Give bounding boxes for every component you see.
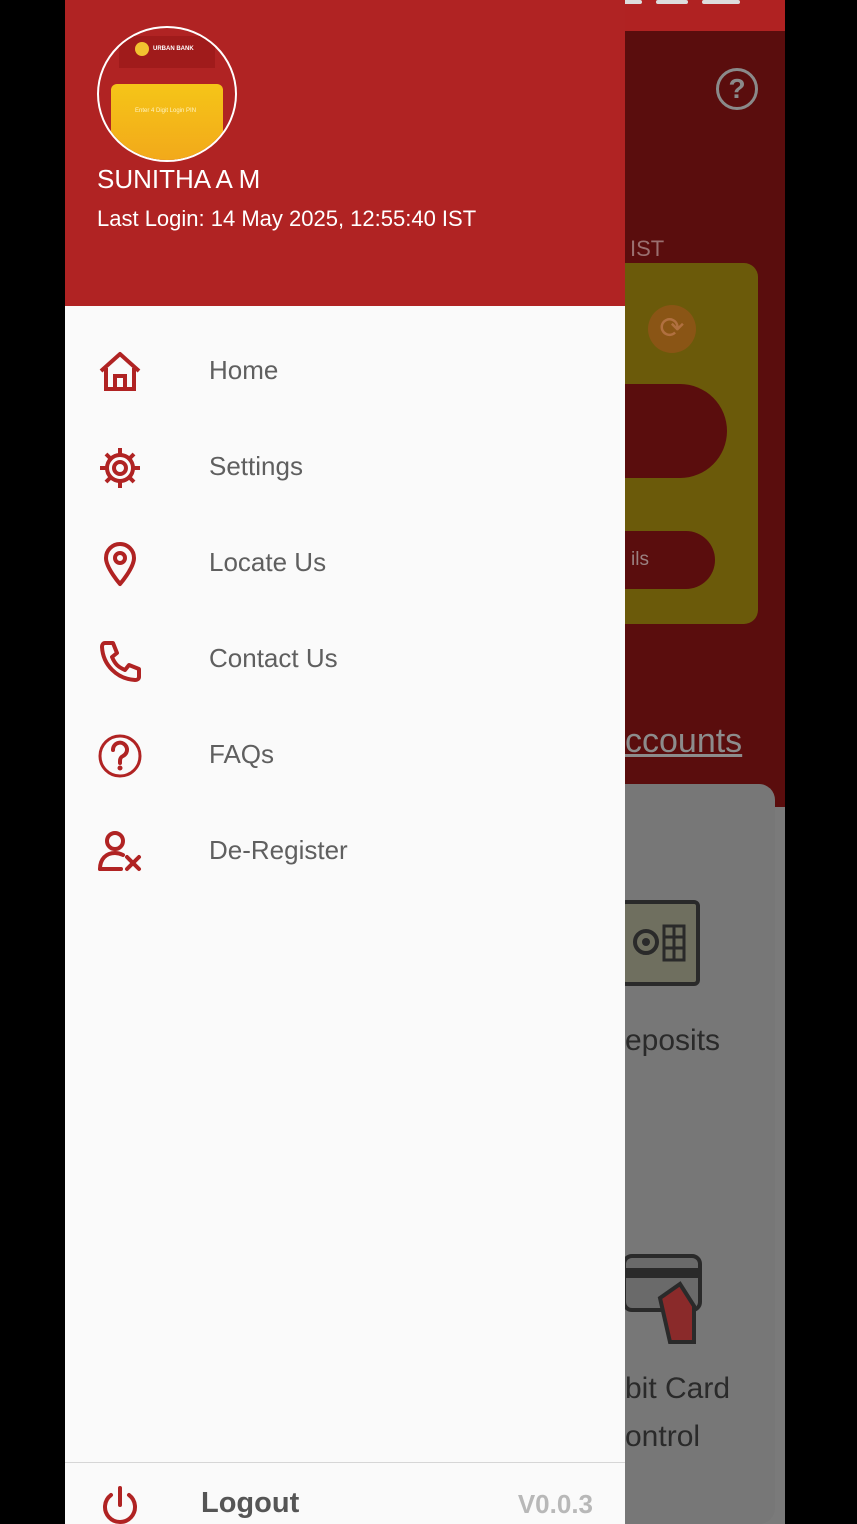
- app-screen: ? IST ⟳ ils ccounts eposits bit Card ont…: [65, 0, 785, 1524]
- app-version: V0.0.3: [517, 1489, 593, 1519]
- location-pin-icon: [97, 541, 143, 587]
- bank-logo-icon: [135, 42, 149, 56]
- drawer-header: URBAN BANK Enter 4 Digit Login PIN SUNIT…: [65, 0, 625, 306]
- background-ist-text: IST: [630, 236, 665, 261]
- menu-item-home[interactable]: Home: [65, 323, 625, 419]
- avatar-bank-name: URBAN BANK: [153, 46, 194, 52]
- menu-label-de-register: De-Register: [209, 835, 348, 865]
- logout-button[interactable]: Logout: [201, 1487, 299, 1520]
- user-remove-icon: [97, 829, 143, 875]
- help-icon[interactable]: ?: [716, 68, 758, 110]
- menu-label-home: Home: [209, 355, 279, 385]
- drawer-menu: Home Settings Locate Us Contact Us FAQs …: [65, 323, 625, 899]
- background-deposits-label: eposits: [625, 1024, 721, 1057]
- phone-icon: [97, 637, 143, 683]
- menu-label-settings: Settings: [209, 451, 303, 481]
- menu-item-contact-us[interactable]: Contact Us: [65, 611, 625, 707]
- background-debit-label-2: ontrol: [625, 1420, 701, 1453]
- menu-label-locate-us: Locate Us: [209, 547, 327, 577]
- navigation-drawer: URBAN BANK Enter 4 Digit Login PIN SUNIT…: [65, 0, 625, 1524]
- power-icon[interactable]: [99, 1485, 141, 1524]
- gear-icon: [97, 445, 143, 491]
- menu-label-faqs: FAQs: [209, 739, 275, 769]
- drawer-footer: Logout V0.0.3: [65, 1462, 625, 1524]
- menu-item-settings[interactable]: Settings: [65, 419, 625, 515]
- avatar-pin-hint: Enter 4 Digit Login PIN: [135, 108, 197, 114]
- avatar[interactable]: URBAN BANK Enter 4 Digit Login PIN: [97, 26, 237, 162]
- background-accounts-link[interactable]: ccounts: [625, 722, 742, 761]
- menu-item-de-register[interactable]: De-Register: [65, 803, 625, 899]
- menu-label-contact-us: Contact Us: [209, 643, 338, 673]
- debit-card-icon[interactable]: [620, 1254, 704, 1344]
- background-debit-label-1: bit Card: [625, 1372, 731, 1405]
- question-icon: [97, 733, 143, 779]
- home-icon: [97, 349, 143, 395]
- menu-item-faqs[interactable]: FAQs: [65, 707, 625, 803]
- last-login-text: Last Login: 14 May 2025, 12:55:40 IST: [97, 206, 477, 231]
- refresh-icon[interactable]: ⟳: [648, 305, 696, 353]
- menu-item-locate-us[interactable]: Locate Us: [65, 515, 625, 611]
- safe-deposit-icon[interactable]: [620, 900, 700, 986]
- user-name: SUNITHA A M: [97, 164, 261, 194]
